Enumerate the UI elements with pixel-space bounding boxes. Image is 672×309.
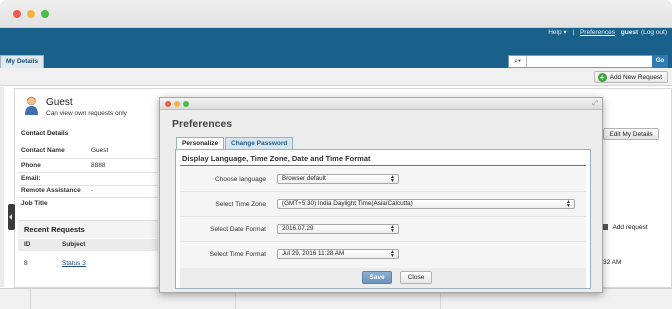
close-window-icon[interactable] xyxy=(13,10,21,18)
dialog-close-icon[interactable] xyxy=(165,101,171,107)
tab-content: Display Language, Time Zone, Date and Ti… xyxy=(175,149,591,289)
time-zone-select-value: (GMT+5:30) India Daylight Time(Asia/Calc… xyxy=(282,200,413,207)
request-time-fragment: 32 AM xyxy=(603,259,622,266)
close-button[interactable]: Close xyxy=(400,271,432,284)
profile-name: Guest xyxy=(46,97,73,108)
contact-name-value: Guest xyxy=(91,147,109,154)
language-select-value: Browser default xyxy=(282,175,326,182)
search-input[interactable]: ⌕▾ xyxy=(508,55,668,68)
preferences-link[interactable]: Preferences xyxy=(580,29,615,36)
job-title-label: Job Title xyxy=(21,200,48,207)
tab-my-details[interactable]: My Details xyxy=(0,55,45,68)
browser-titlebar xyxy=(0,0,672,28)
go-button[interactable]: Go xyxy=(652,55,668,68)
dialog-maximize-icon[interactable] xyxy=(183,101,189,107)
divider xyxy=(18,172,158,173)
date-format-select-value: 2016.07.29 xyxy=(282,225,314,232)
dialog-minimize-icon[interactable] xyxy=(174,101,180,107)
add-new-request-button[interactable]: + Add New Request xyxy=(593,71,668,83)
phone-label: Phone xyxy=(21,162,41,169)
add-new-request-label: Add New Request xyxy=(609,74,662,81)
remote-assistance-label: Remote Assistance xyxy=(21,187,81,194)
request-subject-link[interactable]: Status 3 xyxy=(62,260,86,267)
user-avatar-icon xyxy=(25,96,38,115)
search-dropdown-icon[interactable]: ⌕▾ xyxy=(509,56,527,67)
help-menu[interactable]: Help ▾ xyxy=(548,29,566,36)
tab-change-password[interactable]: Change Password xyxy=(225,137,294,149)
toolbar: + Add New Request xyxy=(0,68,672,86)
tab-personalize[interactable]: Personalize xyxy=(176,137,225,149)
divider xyxy=(30,289,31,309)
section-heading: Display Language, Time Zone, Date and Ti… xyxy=(182,154,371,163)
expand-icon[interactable]: ⤢ xyxy=(592,100,598,108)
left-edge xyxy=(0,87,4,287)
dialog-titlebar: ⤢ xyxy=(160,98,602,110)
time-format-select[interactable]: Jul 29, 2016 11:28 AM ▲ ▼ xyxy=(277,249,399,259)
phone-value: 8888 xyxy=(91,162,106,169)
date-format-select[interactable]: 2016.07.29 ▲ ▼ xyxy=(277,224,399,234)
contact-name-label: Contact Name xyxy=(21,147,65,154)
divider xyxy=(18,197,158,198)
separator: | xyxy=(572,29,575,36)
app-header: Help ▾ | Preferences guest (Log out) My … xyxy=(0,28,672,68)
maximize-window-icon[interactable] xyxy=(41,10,49,18)
language-select[interactable]: Browser default ▲ ▼ xyxy=(277,174,399,184)
select-arrows-icon: ▲ ▼ xyxy=(390,224,395,234)
select-arrows-icon: ▲ ▼ xyxy=(566,199,571,209)
minimize-window-icon[interactable] xyxy=(27,10,35,18)
save-button[interactable]: Save xyxy=(362,271,392,284)
contact-details-title: Contact Details xyxy=(21,130,69,137)
column-header-id: ID xyxy=(24,241,31,248)
top-links: Help ▾ | Preferences guest (Log out) xyxy=(544,28,667,36)
time-zone-select[interactable]: (GMT+5:30) India Daylight Time(Asia/Calc… xyxy=(277,199,575,209)
email-label: Email: xyxy=(21,175,41,182)
plus-icon: + xyxy=(597,73,607,82)
edit-my-details-button[interactable]: Edit My Details xyxy=(603,128,659,140)
date-format-label: Select Date Format xyxy=(210,226,266,233)
divider xyxy=(180,216,586,217)
heading-underline xyxy=(180,165,586,166)
dialog-title: Preferences xyxy=(172,118,233,130)
table-header xyxy=(18,239,158,251)
preferences-dialog: ⤢ Preferences Personalize Change Passwor… xyxy=(159,97,603,293)
logout-link[interactable]: (Log out) xyxy=(641,29,667,36)
request-id: 8 xyxy=(24,260,28,267)
add-request-label: Add request xyxy=(612,224,648,231)
divider xyxy=(180,191,586,192)
select-arrows-icon: ▲ ▼ xyxy=(390,174,395,184)
divider xyxy=(18,185,158,186)
user-name: guest xyxy=(620,29,639,36)
add-request-link[interactable]: Add request xyxy=(602,224,648,231)
remote-assistance-value: - xyxy=(91,187,94,194)
choose-language-label: Choose language xyxy=(215,176,266,183)
divider xyxy=(18,158,158,159)
recent-requests-title: Recent Requests xyxy=(24,225,85,234)
column-header-subject: Subject xyxy=(62,241,86,248)
time-format-select-value: Jul 29, 2016 11:28 AM xyxy=(282,250,345,257)
divider xyxy=(180,241,586,242)
collapse-handle-icon[interactable] xyxy=(8,204,15,230)
time-format-label: Select Time Format xyxy=(209,251,266,258)
time-zone-label: Select Time Zone xyxy=(215,201,266,208)
profile-subtitle: Can view own requests only xyxy=(46,110,127,117)
select-arrows-icon: ▲ ▼ xyxy=(390,249,395,259)
